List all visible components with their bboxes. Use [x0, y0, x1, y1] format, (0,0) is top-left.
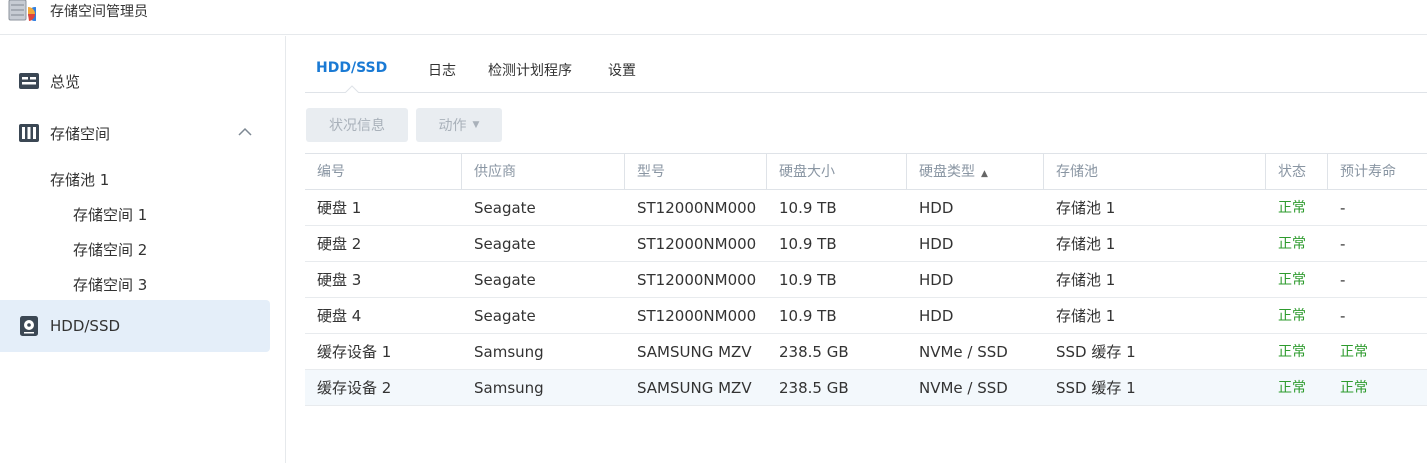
active-tab-indicator-icon	[345, 85, 359, 93]
overview-icon	[19, 73, 39, 89]
column-header-status[interactable]: 状态	[1266, 154, 1328, 190]
cell-size: 10.9 TB	[779, 271, 837, 289]
sidebar-item-hdd-ssd[interactable]: HDD/SSD	[0, 300, 270, 352]
sort-ascending-icon: ▲	[981, 169, 988, 179]
cell-status: 正常	[1278, 272, 1306, 288]
sidebar-item-volume[interactable]: 存储空间 3	[73, 274, 147, 295]
cell-model: ST12000NM000	[637, 307, 757, 325]
title-bar: 存储空间管理员	[0, 0, 1427, 35]
column-header-pool[interactable]: 存储池	[1044, 154, 1266, 190]
cell-pool: 存储池 1	[1056, 271, 1116, 289]
tab-settings[interactable]: 设置	[608, 60, 636, 80]
cell-size: 10.9 TB	[779, 199, 837, 217]
tab-hdd-ssd[interactable]: HDD/SSD	[316, 60, 387, 76]
sidebar-item-label: 总览	[50, 72, 81, 91]
column-header-vendor[interactable]: 供应商	[462, 154, 625, 190]
cell-pool: 存储池 1	[1056, 199, 1116, 217]
cell-number: 硬盘 4	[317, 307, 362, 325]
cell-lifespan: -	[1340, 235, 1346, 253]
sidebar-item-label: 存储空间	[50, 124, 111, 143]
cell-vendor: Seagate	[474, 307, 536, 325]
cell-size: 10.9 TB	[779, 235, 837, 253]
table-row[interactable]: 硬盘 1 Seagate ST12000NM000 10.9 TB HDD 存储池 1 正常…	[305, 190, 1427, 226]
sidebar-item-pool[interactable]: 存储池 1	[50, 169, 109, 190]
status-info-label: 状况信息	[329, 118, 385, 134]
action-label: 动作	[438, 118, 467, 134]
column-header-size[interactable]: 硬盘大小	[767, 154, 907, 190]
sidebar-item-volume[interactable]: 存储空间 1	[73, 204, 147, 225]
cell-vendor: Seagate	[474, 235, 536, 253]
cell-vendor: Samsung	[474, 379, 544, 397]
cell-type: HDD	[919, 235, 954, 253]
chevron-up-icon[interactable]	[238, 127, 252, 137]
cell-pool: SSD 缓存 1	[1056, 379, 1136, 397]
cell-type: NVMe / SSD	[919, 343, 1008, 361]
cell-type: NVMe / SSD	[919, 379, 1008, 397]
table-row[interactable]: 硬盘 4 Seagate ST12000NM000 10.9 TB HDD 存储池 1 正常…	[305, 298, 1427, 334]
cell-type: HDD	[919, 199, 954, 217]
table-body: 硬盘 1 Seagate ST12000NM000 10.9 TB HDD 存储池 1 正常…	[305, 190, 1427, 406]
cell-number: 硬盘 3	[317, 271, 362, 289]
cell-status: 正常	[1278, 200, 1306, 216]
cell-status: 正常	[1278, 236, 1306, 252]
cell-vendor: Samsung	[474, 343, 544, 361]
cell-lifespan: -	[1340, 307, 1346, 325]
table-row[interactable]: 硬盘 2 Seagate ST12000NM000 10.9 TB HDD 存储池 1 正常…	[305, 226, 1427, 262]
cell-status: 正常	[1278, 308, 1306, 324]
column-header-number[interactable]: 编号	[305, 154, 462, 190]
cell-pool: 存储池 1	[1056, 235, 1116, 253]
tab-test-scheduler[interactable]: 检测计划程序	[488, 60, 572, 80]
cell-number: 缓存设备 2	[317, 379, 392, 397]
cell-model: ST12000NM000	[637, 235, 757, 253]
app-title: 存储空间管理员	[50, 4, 148, 20]
cell-model: ST12000NM000	[637, 271, 757, 289]
cell-status: 正常	[1278, 380, 1306, 396]
table-row[interactable]: 缓存设备 2 Samsung SAMSUNG MZV 238.5 GB NVMe / S…	[305, 370, 1427, 406]
sidebar: 总览 存储空间 存储池 1 存储空间 1 存储空间 2 存储空间 3 HDD/S…	[0, 36, 286, 463]
cell-vendor: Seagate	[474, 271, 536, 289]
cell-number: 硬盘 2	[317, 235, 362, 253]
cell-model: SAMSUNG MZV	[637, 343, 752, 361]
disk-table: 编号 供应商 型号 硬盘大小 硬盘类型 ▲ 存储池 状态 预计寿命 硬盘 1 Sea…	[305, 153, 1427, 406]
sidebar-item-overview[interactable]: 总览	[0, 55, 270, 107]
disk-icon	[20, 316, 38, 336]
cell-type: HDD	[919, 271, 954, 289]
sidebar-item-volume[interactable]: 存储空间 2	[73, 239, 147, 260]
cell-vendor: Seagate	[474, 199, 536, 217]
cell-model: SAMSUNG MZV	[637, 379, 752, 397]
tab-log[interactable]: 日志	[428, 60, 456, 80]
cell-number: 缓存设备 1	[317, 343, 392, 361]
table-header: 编号 供应商 型号 硬盘大小 硬盘类型 ▲ 存储池 状态 预计寿命	[305, 153, 1427, 190]
cell-size: 10.9 TB	[779, 307, 837, 325]
cell-lifespan: -	[1340, 199, 1346, 217]
cell-model: ST12000NM000	[637, 199, 757, 217]
cell-number: 硬盘 1	[317, 199, 362, 217]
action-button[interactable]: 动作 ▼	[416, 108, 502, 142]
column-header-model[interactable]: 型号	[625, 154, 767, 190]
table-row[interactable]: 缓存设备 1 Samsung SAMSUNG MZV 238.5 GB NVMe / S…	[305, 334, 1427, 370]
cell-size: 238.5 GB	[779, 379, 849, 397]
cell-type: HDD	[919, 307, 954, 325]
column-header-lifespan[interactable]: 预计寿命	[1328, 154, 1427, 190]
tab-bar: HDD/SSD 日志 检测计划程序 设置	[305, 36, 1427, 93]
column-header-type[interactable]: 硬盘类型 ▲	[907, 154, 1044, 190]
cell-size: 238.5 GB	[779, 343, 849, 361]
cell-pool: 存储池 1	[1056, 307, 1116, 325]
table-row[interactable]: 硬盘 3 Seagate ST12000NM000 10.9 TB HDD 存储池 1 正常…	[305, 262, 1427, 298]
storage-manager-icon	[8, 0, 36, 22]
cell-lifespan: -	[1340, 271, 1346, 289]
status-info-button[interactable]: 状况信息	[306, 108, 408, 142]
cell-lifespan: 正常	[1340, 380, 1368, 396]
sidebar-item-storage[interactable]: 存储空间	[0, 107, 270, 159]
cell-lifespan: 正常	[1340, 344, 1368, 360]
storage-icon	[19, 124, 39, 142]
cell-status: 正常	[1278, 344, 1306, 360]
caret-down-icon: ▼	[472, 120, 480, 130]
cell-pool: SSD 缓存 1	[1056, 343, 1136, 361]
sidebar-item-label: HDD/SSD	[50, 317, 121, 335]
